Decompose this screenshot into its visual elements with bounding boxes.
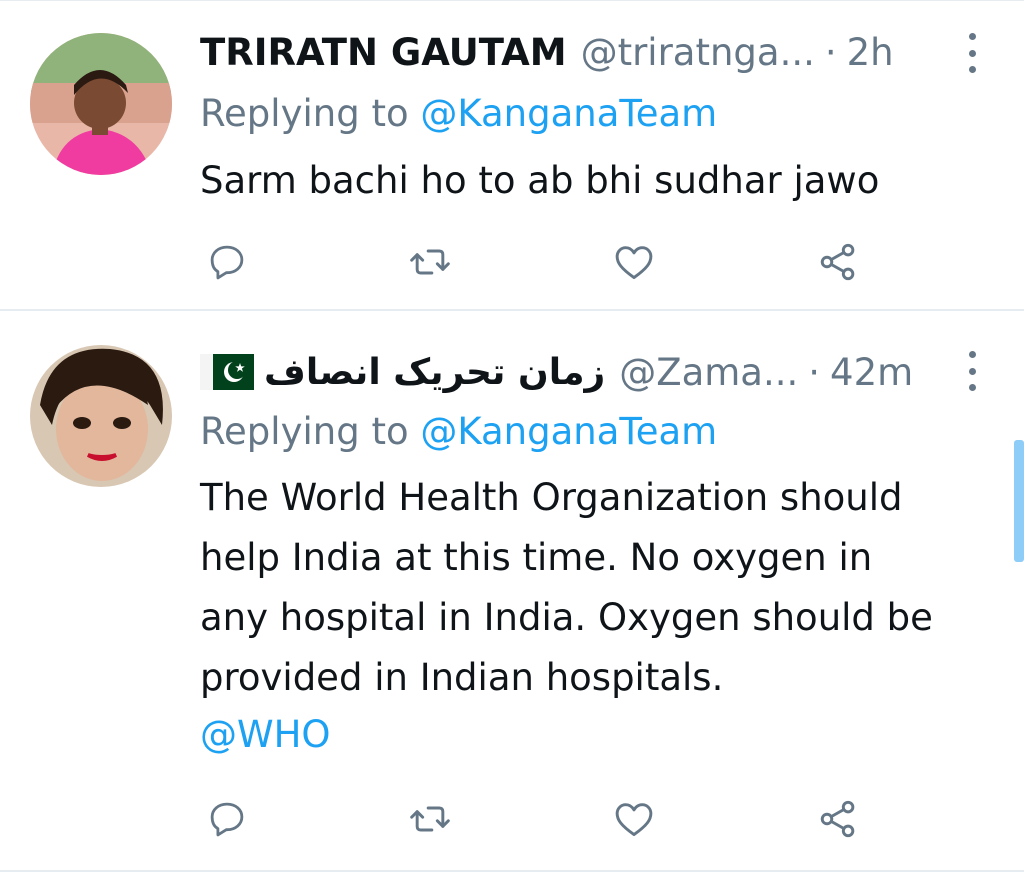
tweet-header: TRIRATN GAUTAM @triratnga... · 2h xyxy=(200,26,894,78)
reply-icon[interactable] xyxy=(205,240,249,284)
replying-to-line: Replying to @KanganaTeam xyxy=(200,410,717,453)
pakistan-flag-icon xyxy=(200,354,254,390)
tweet-text: The World Health Organization should hel… xyxy=(200,468,1000,708)
display-name[interactable]: TRIRATN GAUTAM xyxy=(200,31,567,74)
tweet-text-line: any hospital in India. Oxygen should be xyxy=(200,596,933,639)
replying-prefix: Replying to xyxy=(200,92,409,135)
share-icon[interactable] xyxy=(816,797,860,841)
replying-prefix: Replying to xyxy=(200,410,409,453)
tweet-card[interactable]: TRIRATN GAUTAM @triratnga... · 2h Replyi… xyxy=(0,0,1024,310)
like-icon[interactable] xyxy=(612,797,656,841)
tweet-card[interactable]: زمان تحریک انصاف @Zama... · 42m Replying… xyxy=(0,311,1024,871)
retweet-icon[interactable] xyxy=(408,240,452,284)
user-handle[interactable]: @triratnga... xyxy=(581,31,815,74)
tweet-divider xyxy=(0,870,1024,872)
timestamp[interactable]: 2h xyxy=(847,31,894,74)
replying-to-mention[interactable]: @KanganaTeam xyxy=(420,410,717,453)
replying-to-mention[interactable]: @KanganaTeam xyxy=(420,92,717,135)
tweet-text-line: Sarm bachi ho to ab bhi sudhar jawo xyxy=(200,159,880,202)
avatar[interactable] xyxy=(30,345,172,487)
replying-to-line: Replying to @KanganaTeam xyxy=(200,92,717,135)
avatar-image xyxy=(30,33,172,175)
user-handle[interactable]: @Zama... xyxy=(619,351,798,394)
tweet-text: Sarm bachi ho to ab bhi sudhar jawo xyxy=(200,151,1000,211)
reply-icon[interactable] xyxy=(205,797,249,841)
tweet-text-line: The World Health Organization should xyxy=(200,476,903,519)
display-name[interactable]: زمان تحریک انصاف xyxy=(264,352,605,393)
tweet-text-line: provided in Indian hospitals. xyxy=(200,656,724,699)
avatar-image xyxy=(30,345,172,487)
separator-dot: · xyxy=(808,350,821,394)
tweet-text-line: help India at this time. No oxygen in xyxy=(200,536,873,579)
retweet-icon[interactable] xyxy=(408,797,452,841)
who-mention-link[interactable]: @WHO xyxy=(200,713,331,756)
timestamp[interactable]: 42m xyxy=(830,351,913,394)
avatar[interactable] xyxy=(30,33,172,175)
more-options-icon[interactable] xyxy=(960,351,984,391)
scrollbar-thumb[interactable] xyxy=(1014,440,1024,562)
like-icon[interactable] xyxy=(612,240,656,284)
separator-dot: · xyxy=(824,30,837,74)
more-options-icon[interactable] xyxy=(960,33,984,73)
share-icon[interactable] xyxy=(816,240,860,284)
tweet-header: زمان تحریک انصاف @Zama... · 42m xyxy=(200,346,913,398)
